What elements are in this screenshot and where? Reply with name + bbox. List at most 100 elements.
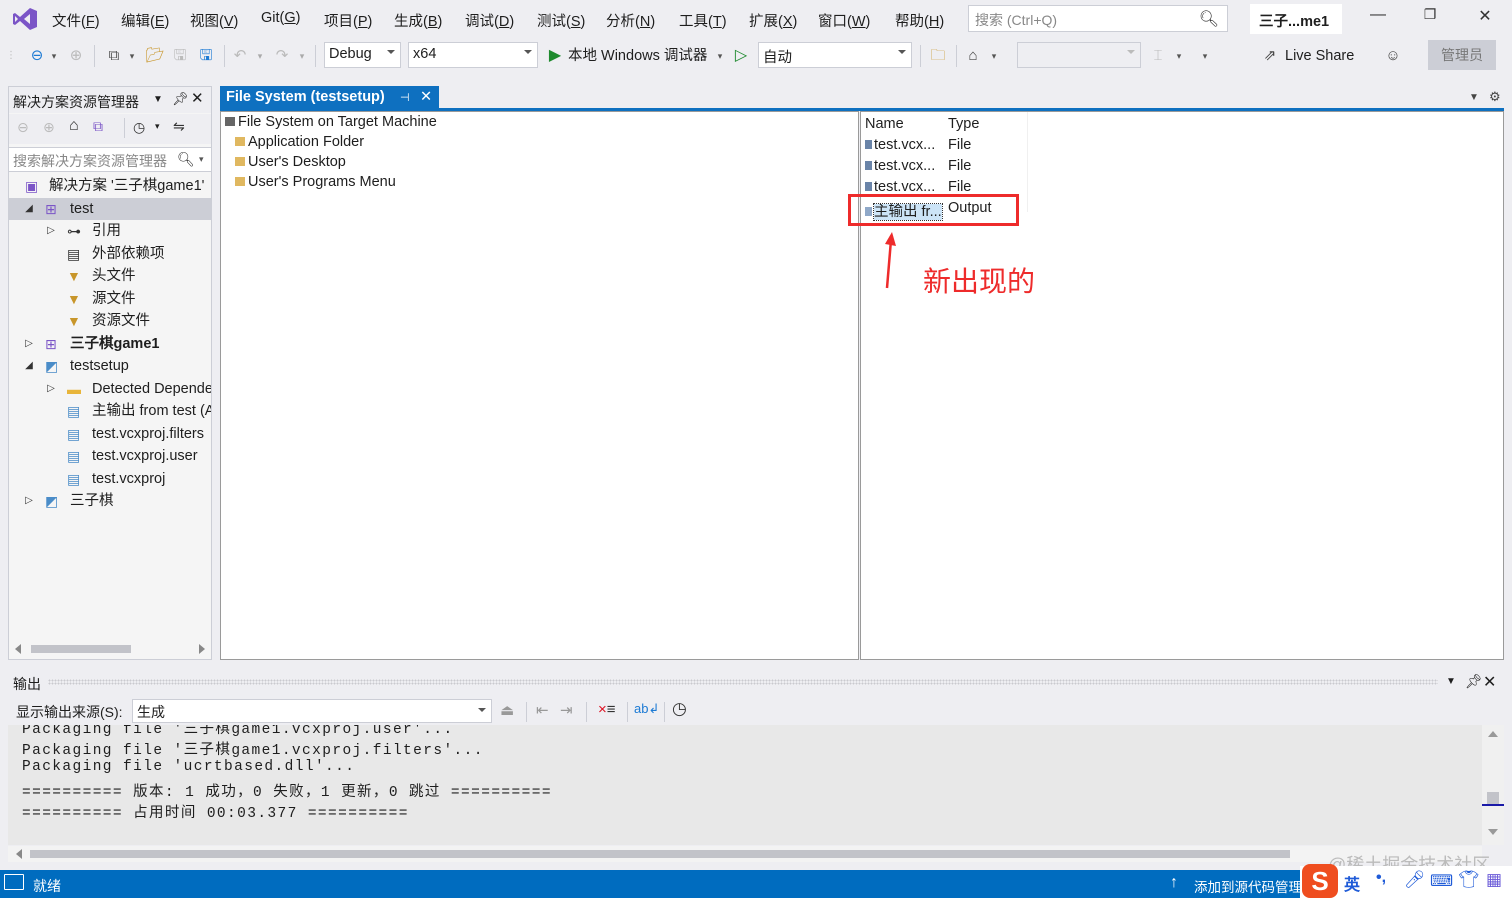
- disabled-select[interactable]: [1017, 42, 1141, 68]
- output-text-area[interactable]: Packaging file '三子棋game1.vcxproj.user'..…: [8, 725, 1482, 845]
- save-all-icon[interactable]: 🖫︎: [195, 44, 217, 68]
- tree-item[interactable]: ▼ 头文件: [9, 265, 211, 287]
- find-message-icon[interactable]: ⏏: [500, 701, 514, 719]
- redo-dropdown-icon[interactable]: ▾: [296, 44, 308, 68]
- tree-item[interactable]: ▤ 主输出 from test (Active): [9, 400, 211, 422]
- overflow-dropdown-icon[interactable]: ▾: [988, 44, 1000, 68]
- ime-language-toggle[interactable]: 英: [1344, 871, 1360, 895]
- redo-icon[interactable]: ↷: [272, 44, 292, 68]
- ime-skin-icon[interactable]: 👕︎: [1458, 870, 1480, 890]
- pin-tab-icon[interactable]: ⊣: [400, 91, 410, 104]
- menu-g[interactable]: Git(G): [261, 10, 301, 26]
- menu-b[interactable]: 生成(B): [394, 10, 442, 31]
- scroll-down-icon[interactable]: [1488, 829, 1498, 835]
- toolbar-grip[interactable]: ⋮: [6, 44, 16, 68]
- close-panel-icon[interactable]: ✕: [191, 89, 204, 107]
- file-list-row[interactable]: test.vcx... File: [865, 137, 1025, 157]
- fs-tree-item[interactable]: User's Programs Menu: [235, 174, 396, 190]
- ime-menu-icon[interactable]: ▦: [1486, 870, 1502, 890]
- scroll-thumb[interactable]: [1487, 792, 1499, 804]
- menu-d[interactable]: 调试(D): [465, 10, 514, 31]
- close-window-button[interactable]: ✕: [1465, 6, 1505, 32]
- tree-item[interactable]: ◢ ⊞ test: [9, 197, 211, 220]
- tree-item[interactable]: ▼ 资源文件: [9, 310, 211, 332]
- expanded-arrow-icon[interactable]: ◢: [23, 355, 35, 377]
- output-source-select[interactable]: 生成: [132, 699, 492, 723]
- panel-menu-icon[interactable]: ▼: [153, 94, 163, 105]
- scroll-thumb[interactable]: [31, 645, 131, 653]
- forward-icon[interactable]: ⊕: [43, 119, 55, 136]
- scroll-right-icon[interactable]: [199, 644, 205, 654]
- tree-item[interactable]: ▷ ◩ 三子棋: [9, 490, 211, 512]
- comment-icon[interactable]: ⌶: [1148, 44, 1168, 68]
- new-dropdown-icon[interactable]: ▾: [126, 44, 138, 68]
- tree-item[interactable]: ▷ ▬ Detected Dependencies: [9, 378, 211, 400]
- menu-f[interactable]: 文件(F): [52, 10, 100, 31]
- back-dropdown-icon[interactable]: ▾: [48, 44, 60, 68]
- switch-views-icon[interactable]: ⧉: [93, 118, 103, 135]
- close-panel-icon[interactable]: ✕: [1483, 672, 1496, 692]
- tab-list-dropdown-icon[interactable]: ▼: [1469, 92, 1479, 103]
- toolbar-overflow-icon[interactable]: ▾: [1172, 44, 1186, 68]
- menu-s[interactable]: 测试(S): [537, 10, 585, 31]
- tab-file-system[interactable]: File System (testsetup) ⊣ ✕: [220, 86, 439, 109]
- ime-keyboard-icon[interactable]: ⌨: [1430, 871, 1453, 891]
- tree-item[interactable]: ▷ ⊶ 引用: [9, 220, 211, 242]
- scroll-left-icon[interactable]: [15, 644, 21, 654]
- menu-w[interactable]: 窗口(W): [818, 10, 870, 31]
- scroll-up-icon[interactable]: [1488, 731, 1498, 737]
- column-header-type[interactable]: Type: [948, 116, 979, 132]
- tree-item[interactable]: ▤ test.vcxproj.filters: [9, 423, 211, 445]
- tree-item[interactable]: ▤ test.vcxproj.user: [9, 445, 211, 467]
- menu-t[interactable]: 工具(T): [679, 10, 727, 31]
- file-list-row[interactable]: test.vcx... File: [865, 158, 1025, 178]
- solution-horizontal-scrollbar[interactable]: [11, 641, 209, 657]
- output-horizontal-scrollbar[interactable]: [8, 846, 1482, 862]
- menu-p[interactable]: 项目(P): [324, 10, 372, 31]
- toolbar-overflow-icon-2[interactable]: ▾: [1198, 44, 1212, 68]
- menu-e[interactable]: 编辑(E): [121, 10, 169, 31]
- auto-select[interactable]: 自动: [758, 42, 912, 68]
- start-debug-play-icon[interactable]: ▶: [544, 44, 566, 68]
- pin-icon[interactable]: 📌︎: [1465, 673, 1483, 690]
- filter-dropdown-icon[interactable]: ▾: [155, 121, 160, 132]
- column-header-name[interactable]: Name: [865, 116, 904, 132]
- back-icon[interactable]: ⊖: [17, 119, 29, 136]
- browser-window-icon[interactable]: ⌂: [962, 44, 984, 68]
- collapsed-arrow-icon[interactable]: ▷: [45, 378, 57, 400]
- undo-icon[interactable]: ↶: [230, 44, 250, 68]
- configuration-select[interactable]: Debug: [324, 42, 401, 68]
- word-wrap-icon[interactable]: ab↲: [634, 701, 659, 717]
- open-folder-icon[interactable]: 📂︎: [144, 44, 166, 68]
- tree-item[interactable]: ▷ ⊞ 三子棋game1: [9, 333, 211, 355]
- undo-dropdown-icon[interactable]: ▾: [254, 44, 266, 68]
- fs-tree-item[interactable]: File System on Target Machine: [225, 114, 437, 130]
- expanded-arrow-icon[interactable]: ◢: [23, 198, 35, 220]
- fs-tree-item[interactable]: User's Desktop: [235, 154, 346, 170]
- tree-item[interactable]: ▼ 源文件: [9, 288, 211, 310]
- collapsed-arrow-icon[interactable]: ▷: [23, 490, 35, 512]
- find-in-files-icon[interactable]: 🗀︎: [926, 44, 950, 68]
- close-tab-icon[interactable]: ✕: [420, 89, 432, 105]
- notification-icon[interactable]: [4, 874, 24, 890]
- tree-item[interactable]: ◢ ◩ testsetup: [9, 355, 211, 377]
- menu-n[interactable]: 分析(N): [606, 10, 655, 31]
- next-message-icon[interactable]: ⇥: [560, 701, 573, 719]
- panel-menu-icon[interactable]: ▼: [1446, 676, 1456, 687]
- ime-punctuation-icon[interactable]: •,: [1376, 869, 1386, 887]
- output-vertical-scrollbar[interactable]: [1482, 725, 1504, 845]
- tree-item[interactable]: ▤ 外部依赖项: [9, 243, 211, 265]
- home-icon[interactable]: ⌂: [69, 117, 79, 135]
- settings-gear-icon[interactable]: ⚙: [1489, 89, 1501, 105]
- new-project-icon[interactable]: ⧉: [102, 44, 126, 68]
- sync-icon[interactable]: ⇋: [173, 118, 185, 135]
- platform-select[interactable]: x64: [408, 42, 538, 68]
- pending-changes-filter-icon[interactable]: ◷: [133, 119, 145, 136]
- ime-voice-icon[interactable]: 🎤︎: [1404, 870, 1426, 890]
- clear-all-icon[interactable]: ×≡: [598, 701, 616, 718]
- feedback-icon[interactable]: ☺: [1382, 44, 1404, 68]
- previous-message-icon[interactable]: ⇤: [536, 701, 549, 719]
- collapsed-arrow-icon[interactable]: ▷: [23, 333, 35, 355]
- save-icon[interactable]: 🖫︎: [170, 44, 190, 68]
- start-debugger-button[interactable]: 本地 Windows 调试器: [568, 44, 713, 68]
